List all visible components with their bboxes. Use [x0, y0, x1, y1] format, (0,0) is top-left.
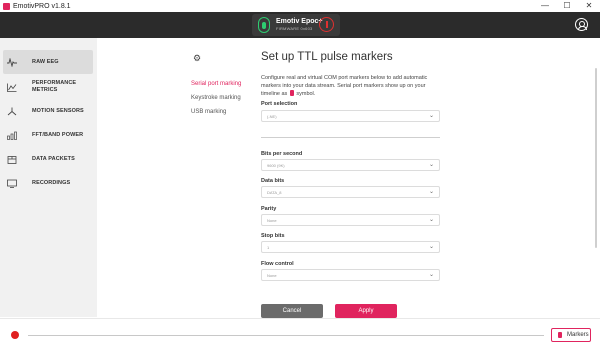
port-selection-dropdown[interactable]: (-NE) ⌄: [261, 110, 440, 122]
chevron-down-icon: ⌄: [428, 272, 434, 278]
section-divider: [261, 137, 440, 138]
markers-button[interactable]: Markers: [551, 328, 591, 342]
data-bits-dropdown[interactable]: DATA_8 ⌄: [261, 186, 440, 198]
app-window: EmotivPRO v1.8.1 — ☐ ✕ Emotiv Epoc+ FIRM…: [0, 0, 600, 350]
record-button[interactable]: [11, 331, 19, 339]
bits-per-second-value: 9600 (9K): [267, 163, 285, 168]
content-scrollbar[interactable]: [592, 38, 600, 317]
port-selection-label: Port selection: [261, 101, 298, 107]
window-title: EmotivPRO v1.8.1: [13, 2, 71, 10]
wave-icon: [7, 57, 17, 67]
parity-label: Parity: [261, 206, 277, 212]
chevron-down-icon: ⌄: [428, 189, 434, 195]
flow-control-value: None: [267, 273, 277, 278]
sidebar-item-label: MOTION SENSORS: [32, 107, 84, 114]
settings-gear-icon: ⚙: [193, 53, 202, 63]
recording-icon: [7, 179, 17, 188]
device-firmware: FIRMWARE 0x603: [276, 26, 313, 31]
page-title: Set up TTL pulse markers: [261, 51, 393, 63]
chevron-down-icon: ⌄: [428, 217, 434, 223]
data-bits-value: DATA_8: [267, 190, 282, 195]
chevron-down-icon: ⌄: [428, 162, 434, 168]
port-selection-value: (-NE): [267, 114, 277, 119]
sidebar: RAW EEG PERFORMANCE METRICS MOTION SENSO…: [0, 38, 97, 317]
parity-dropdown[interactable]: None ⌄: [261, 214, 440, 226]
markers-label: Markers: [567, 332, 589, 338]
sidebar-item-fft-band-power[interactable]: FFT/BAND POWER: [3, 123, 93, 147]
motion-icon: [7, 107, 17, 115]
device-selector[interactable]: Emotiv Epoc+ FIRMWARE 0x603: [252, 14, 340, 36]
scrollbar-thumb[interactable]: [595, 68, 597, 248]
sidebar-item-label: DATA PACKETS: [32, 155, 75, 162]
sidebar-item-raw-eeg[interactable]: RAW EEG: [3, 50, 93, 74]
sidebar-item-motion-sensors[interactable]: MOTION SENSORS: [3, 99, 93, 123]
bits-per-second-dropdown[interactable]: 9600 (9K) ⌄: [261, 159, 440, 171]
device-name: Emotiv Epoc+: [276, 18, 323, 25]
stop-bits-value: 1: [267, 245, 270, 250]
stop-bits-dropdown[interactable]: 1 ⌄: [261, 241, 440, 253]
chevron-down-icon: ⌄: [428, 244, 434, 250]
marker-icon: [558, 332, 562, 338]
package-icon: [7, 155, 17, 164]
subnav-usb-marking[interactable]: USB marking: [191, 109, 226, 115]
app-logo-icon: [3, 2, 10, 10]
bits-per-second-label: Bits per second: [261, 151, 303, 157]
device-info: Emotiv Epoc+ FIRMWARE 0x603: [276, 18, 322, 32]
sidebar-item-label: RECORDINGS: [32, 179, 71, 186]
subnav-keystroke-marking[interactable]: Keystroke marking: [191, 95, 241, 101]
apply-button[interactable]: Apply: [335, 304, 397, 318]
sidebar-item-label: FFT/BAND POWER: [32, 131, 84, 138]
maximize-button[interactable]: ☐: [556, 0, 578, 12]
app-header: Emotiv Epoc+ FIRMWARE 0x603: [0, 12, 600, 38]
subnav-serial-port-marking[interactable]: Serial port marking: [191, 81, 241, 87]
chart-line-icon: [7, 83, 17, 92]
contact-quality-icon[interactable]: [319, 17, 334, 32]
parity-value: None: [267, 218, 277, 223]
timeline-bar: Markers: [0, 318, 600, 350]
sidebar-item-data-packets[interactable]: DATA PACKETS: [3, 147, 93, 171]
page-description: Configure real and virtual COM port mark…: [261, 75, 441, 99]
flow-control-dropdown[interactable]: None ⌄: [261, 269, 440, 281]
description-text: Configure real and virtual COM port mark…: [261, 75, 428, 97]
flow-control-label: Flow control: [261, 261, 294, 267]
headset-battery-icon: [258, 17, 270, 33]
account-icon[interactable]: [575, 18, 588, 31]
description-text-end: symbol.: [296, 91, 316, 97]
close-button[interactable]: ✕: [578, 0, 600, 12]
bar-chart-icon: [7, 131, 17, 140]
data-bits-label: Data bits: [261, 178, 285, 184]
chevron-down-icon: ⌄: [428, 113, 434, 119]
sidebar-item-label: RAW EEG: [32, 58, 59, 65]
marker-icon: [289, 90, 294, 96]
stop-bits-label: Stop bits: [261, 233, 285, 239]
sidebar-item-performance-metrics[interactable]: PERFORMANCE METRICS: [3, 76, 93, 98]
timeline-track[interactable]: [28, 335, 544, 336]
cancel-button[interactable]: Cancel: [261, 304, 323, 318]
sidebar-item-label: PERFORMANCE METRICS: [32, 80, 77, 93]
sidebar-item-recordings[interactable]: RECORDINGS: [3, 171, 93, 195]
minimize-button[interactable]: —: [534, 0, 556, 12]
title-bar: EmotivPRO v1.8.1 — ☐ ✕: [0, 0, 600, 12]
